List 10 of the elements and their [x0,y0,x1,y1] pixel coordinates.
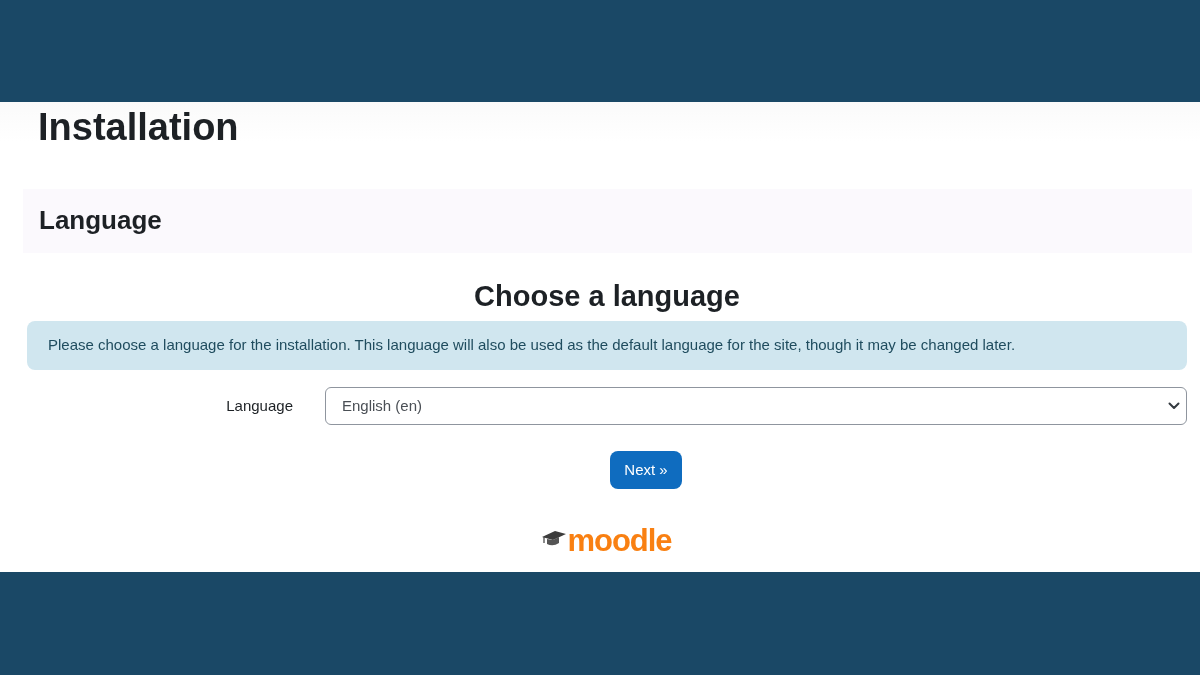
chevron-down-icon [1168,401,1180,410]
logo-wordmark: moodle [567,525,672,557]
info-alert: Please choose a language for the installation. This language will also be used as the default language for the site, though it may be changed later. [27,321,1187,370]
field-label: Language [226,396,293,414]
section-title: Language [39,205,162,237]
page-title: Installation [38,105,239,150]
next-button[interactable]: Next » [610,450,682,490]
heading: Choose a language [474,278,740,314]
graduation-cap-icon [542,531,567,548]
language-select[interactable]: English (en) [325,386,1187,425]
